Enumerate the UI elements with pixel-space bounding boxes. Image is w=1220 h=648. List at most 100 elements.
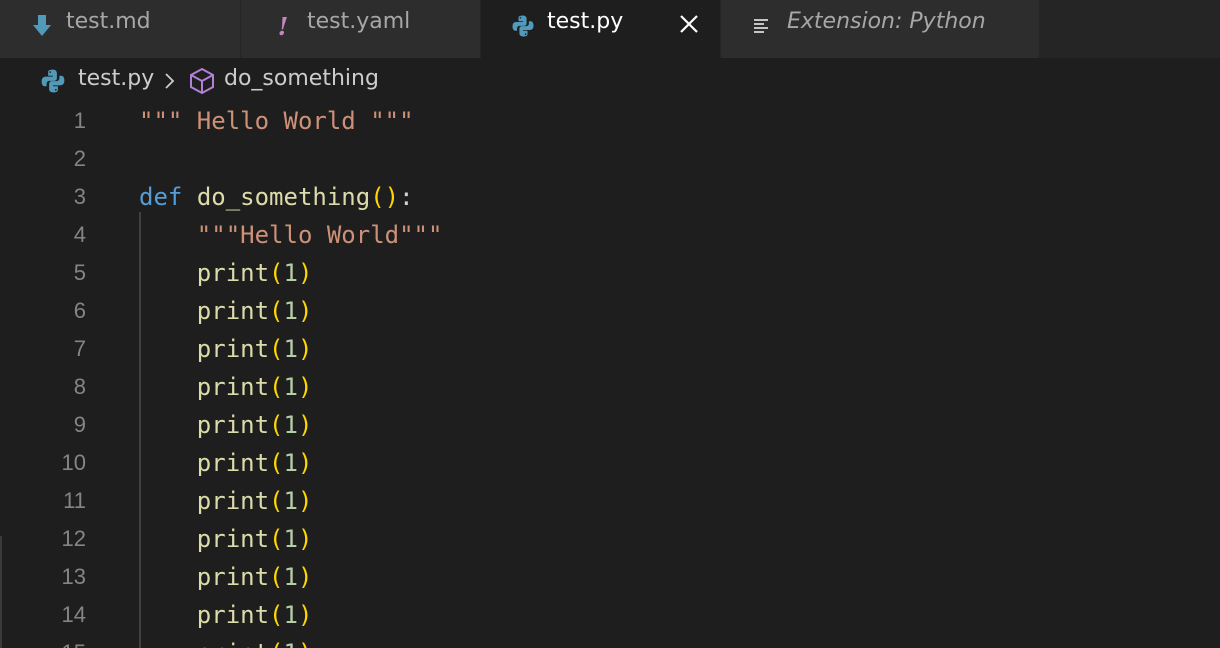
code-token: ( [269,639,283,648]
code-token: print [196,373,270,401]
code-line[interactable]: 6 print(1) [0,292,1220,330]
yaml-glyph: ! [277,11,289,41]
line-number: 6 [73,298,86,323]
line-number: 13 [61,564,86,589]
code-token: 1 [283,563,298,591]
code-token: ) [297,601,313,629]
code-token: print [196,259,270,287]
line-number: 11 [63,488,86,513]
code-token: ) [298,639,312,648]
code-token: ( [269,411,284,439]
close-icon[interactable] [676,11,702,37]
code-token: 1 [283,449,298,477]
code-line[interactable]: 5 print(1) [0,254,1220,292]
code-line[interactable]: 7 print(1) [0,330,1220,368]
code-text: print(1) [139,406,313,444]
code-token: def [139,183,183,211]
code-text: print(1) [139,292,313,330]
python-icon [511,11,535,41]
line-number: 2 [73,146,86,171]
tab-label: test.py [547,9,624,34]
code-token: ( [269,259,284,287]
line-number: 12 [61,526,86,551]
code-token: ) [297,259,313,287]
code-token: ( [269,297,284,325]
code-token: ( [269,373,284,401]
code-line[interactable]: 2 [0,140,1220,178]
code-token: ) [297,297,313,325]
tab-test-py[interactable]: test.py [481,0,721,58]
code-token: print [196,487,270,515]
tab-label: test.yaml [307,9,411,34]
breadcrumb-file[interactable]: test.py [78,66,154,91]
code-token: 1 [283,601,298,629]
code-editor[interactable]: 1 """ Hello World """ 2 3 def do_something()… [0,104,1220,648]
code-line[interactable]: 12 print(1) [0,520,1220,558]
code-line[interactable]: 1 """ Hello World """ [0,102,1220,140]
tab-test-yaml[interactable]: ! test.yaml [241,0,481,58]
code-token: print [196,601,270,629]
code-token: ) [297,373,313,401]
code-token: print [196,449,270,477]
code-token: """Hello World""" [196,221,443,249]
code-token: ( [269,563,284,591]
code-token: 1 [283,259,298,287]
code-token: 1 [283,487,298,515]
code-line[interactable]: 9 print(1) [0,406,1220,444]
code-line[interactable]: 13 print(1) [0,558,1220,596]
symbol-method-icon [188,67,216,95]
code-token: print [196,335,270,363]
code-text: """ Hello World """ [139,102,414,140]
code-token: print [196,297,270,325]
code-token: ( [269,449,284,477]
tab-test-md[interactable]: test.md [0,0,241,58]
line-number: 15 [0,634,86,648]
code-token: 1 [283,335,298,363]
code-line[interactable]: 8 print(1) [0,368,1220,406]
code-token: ) [297,335,313,363]
code-text: print(1) [139,330,313,368]
code-token: 1 [284,639,298,648]
line-number: 4 [73,222,86,247]
code-line[interactable]: 11 print(1) [0,482,1220,520]
breadcrumb: test.py do_something [0,58,1220,104]
tab-label: Extension: Python [787,9,986,34]
code-token: ( [269,335,284,363]
code-token: ) [297,487,313,515]
code-line[interactable]: 3 def do_something(): [0,178,1220,216]
line-number: 14 [61,602,86,627]
code-token: 1 [283,525,298,553]
code-token: """ Hello World """ [139,107,414,135]
code-token: 1 [283,297,298,325]
chevron-right-icon [160,70,180,92]
code-token: ) [297,411,313,439]
line-number: 5 [73,260,86,285]
code-token: ( [269,525,284,553]
code-line[interactable]: 15 print(1) [0,634,1220,648]
python-icon [40,68,66,94]
code-text: print(1) [139,596,313,634]
code-text: print(1) [139,520,313,558]
tab-extension-python[interactable]: Extension: Python [721,0,1040,58]
breadcrumb-symbol[interactable]: do_something [224,66,379,91]
code-line[interactable]: 14 print(1) [0,596,1220,634]
code-token: : [399,183,414,211]
code-line[interactable]: 4 """Hello World""" [0,216,1220,254]
line-number: 3 [73,184,86,209]
code-line[interactable]: 10 print(1) [0,444,1220,482]
code-token: () [370,183,400,211]
line-number: 1 [73,108,86,133]
code-text: print(1) [139,254,313,292]
line-number: 10 [61,450,86,475]
code-token: ) [297,449,313,477]
